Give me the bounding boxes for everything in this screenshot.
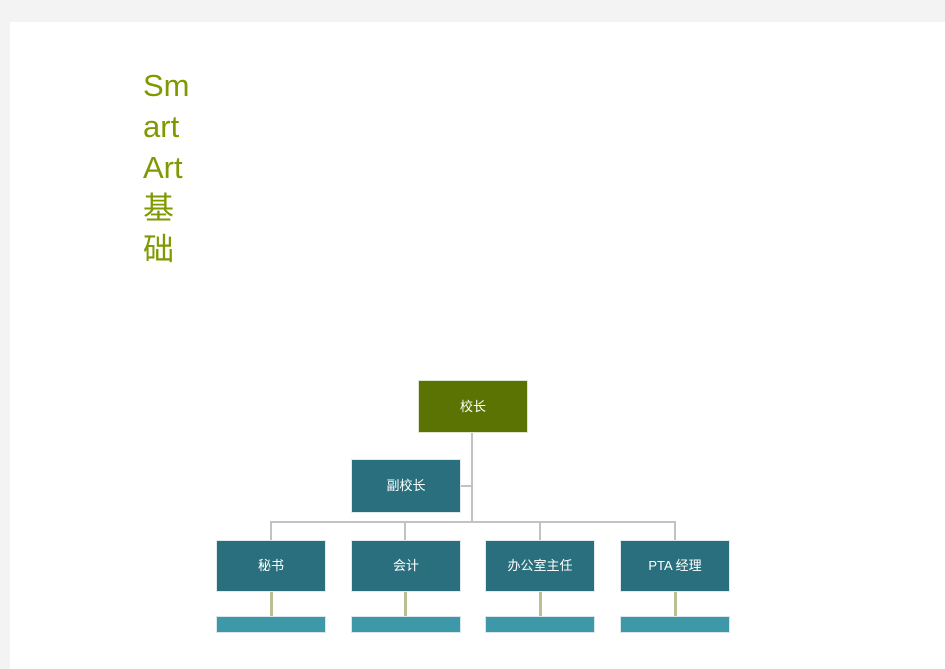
org-bar-pta-manager[interactable] bbox=[620, 616, 730, 633]
org-node-accountant[interactable]: 会计 bbox=[351, 540, 461, 592]
org-bar-office-director[interactable] bbox=[485, 616, 595, 633]
org-node-pta-manager[interactable]: PTA 经理 bbox=[620, 540, 730, 592]
org-bar-accountant[interactable] bbox=[351, 616, 461, 633]
org-node-vice-principal[interactable]: 副校长 bbox=[351, 459, 461, 513]
stub-connector-child-3 bbox=[539, 592, 542, 617]
connector-drop-child-4 bbox=[674, 521, 676, 541]
org-node-office-director[interactable]: 办公室主任 bbox=[485, 540, 595, 592]
org-bar-secretary[interactable] bbox=[216, 616, 326, 633]
connector-drop-child-2 bbox=[404, 521, 406, 541]
connector-drop-child-3 bbox=[539, 521, 541, 541]
org-node-secretary[interactable]: 秘书 bbox=[216, 540, 326, 592]
slide-surface: SmartArt基础 校长 副校长 秘书 会计 办公室主任 PTA 经理 bbox=[10, 22, 945, 669]
smartart-organization-chart[interactable]: 校长 副校长 秘书 会计 办公室主任 PTA 经理 bbox=[10, 22, 945, 669]
connector-children-bus bbox=[271, 521, 676, 523]
stub-connector-child-1 bbox=[270, 592, 273, 617]
stub-connector-child-2 bbox=[404, 592, 407, 617]
connector-root-spine bbox=[471, 433, 473, 522]
connector-drop-child-1 bbox=[270, 521, 272, 541]
connector-assistant-branch bbox=[461, 485, 472, 487]
org-node-principal[interactable]: 校长 bbox=[418, 380, 528, 433]
stub-connector-child-4 bbox=[674, 592, 677, 617]
